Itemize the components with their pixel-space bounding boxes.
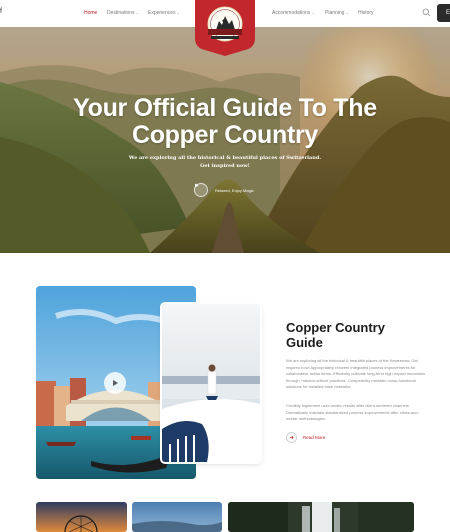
gallery-tile-ferris-wheel[interactable]	[36, 502, 127, 532]
nav-accommodations-link[interactable]: Accommodations⌄	[272, 10, 315, 16]
hero-title: Your Official Guide To The Copper Countr…	[73, 94, 377, 149]
chevron-down-icon: ⌄	[135, 10, 139, 15]
nav-planning-link[interactable]: Planning⌄	[325, 10, 349, 16]
arrow-right-icon[interactable]	[286, 432, 297, 443]
play-icon[interactable]	[194, 183, 208, 197]
search-icon[interactable]	[422, 8, 431, 17]
read-more-label: Read More	[303, 435, 326, 440]
site-logo[interactable]	[195, 0, 255, 56]
hero-subtitle: We are exploring all the historical & be…	[128, 155, 322, 169]
read-more-link[interactable]: Read More	[286, 432, 325, 443]
hero-video-button[interactable]: Relaxed, Enjoy Magic	[194, 183, 254, 197]
nav-home-link[interactable]: Home	[84, 10, 97, 16]
chevron-down-icon: ⌄	[176, 10, 180, 15]
hero-section: Your Official Guide To The Copper Countr…	[0, 27, 450, 253]
chevron-down-icon: ⌄	[311, 10, 315, 15]
nav-history-link[interactable]: History	[358, 10, 374, 16]
nav-experiences-link[interactable]: Experiences⌄	[148, 10, 180, 16]
guide-paragraph-2: Credibly implement user-centric results …	[286, 403, 419, 422]
guide-heading: Copper Country Guide	[286, 320, 385, 350]
gallery-tile-waterfall[interactable]	[228, 502, 414, 532]
chevron-down-icon: ⌄	[345, 10, 349, 15]
nav-destinations-link[interactable]: Destinations⌄	[107, 10, 139, 16]
hero-video-label: Relaxed, Enjoy Magic	[215, 187, 254, 193]
gallery-tile-sky[interactable]	[132, 502, 222, 532]
play-icon[interactable]	[104, 372, 126, 394]
nav-edge-fragment: f	[0, 8, 2, 15]
nav-cta-button[interactable]: E	[437, 4, 450, 22]
guide-paragraph-1: We are exploring all the historical & be…	[286, 358, 426, 390]
santorini-image	[162, 304, 260, 462]
